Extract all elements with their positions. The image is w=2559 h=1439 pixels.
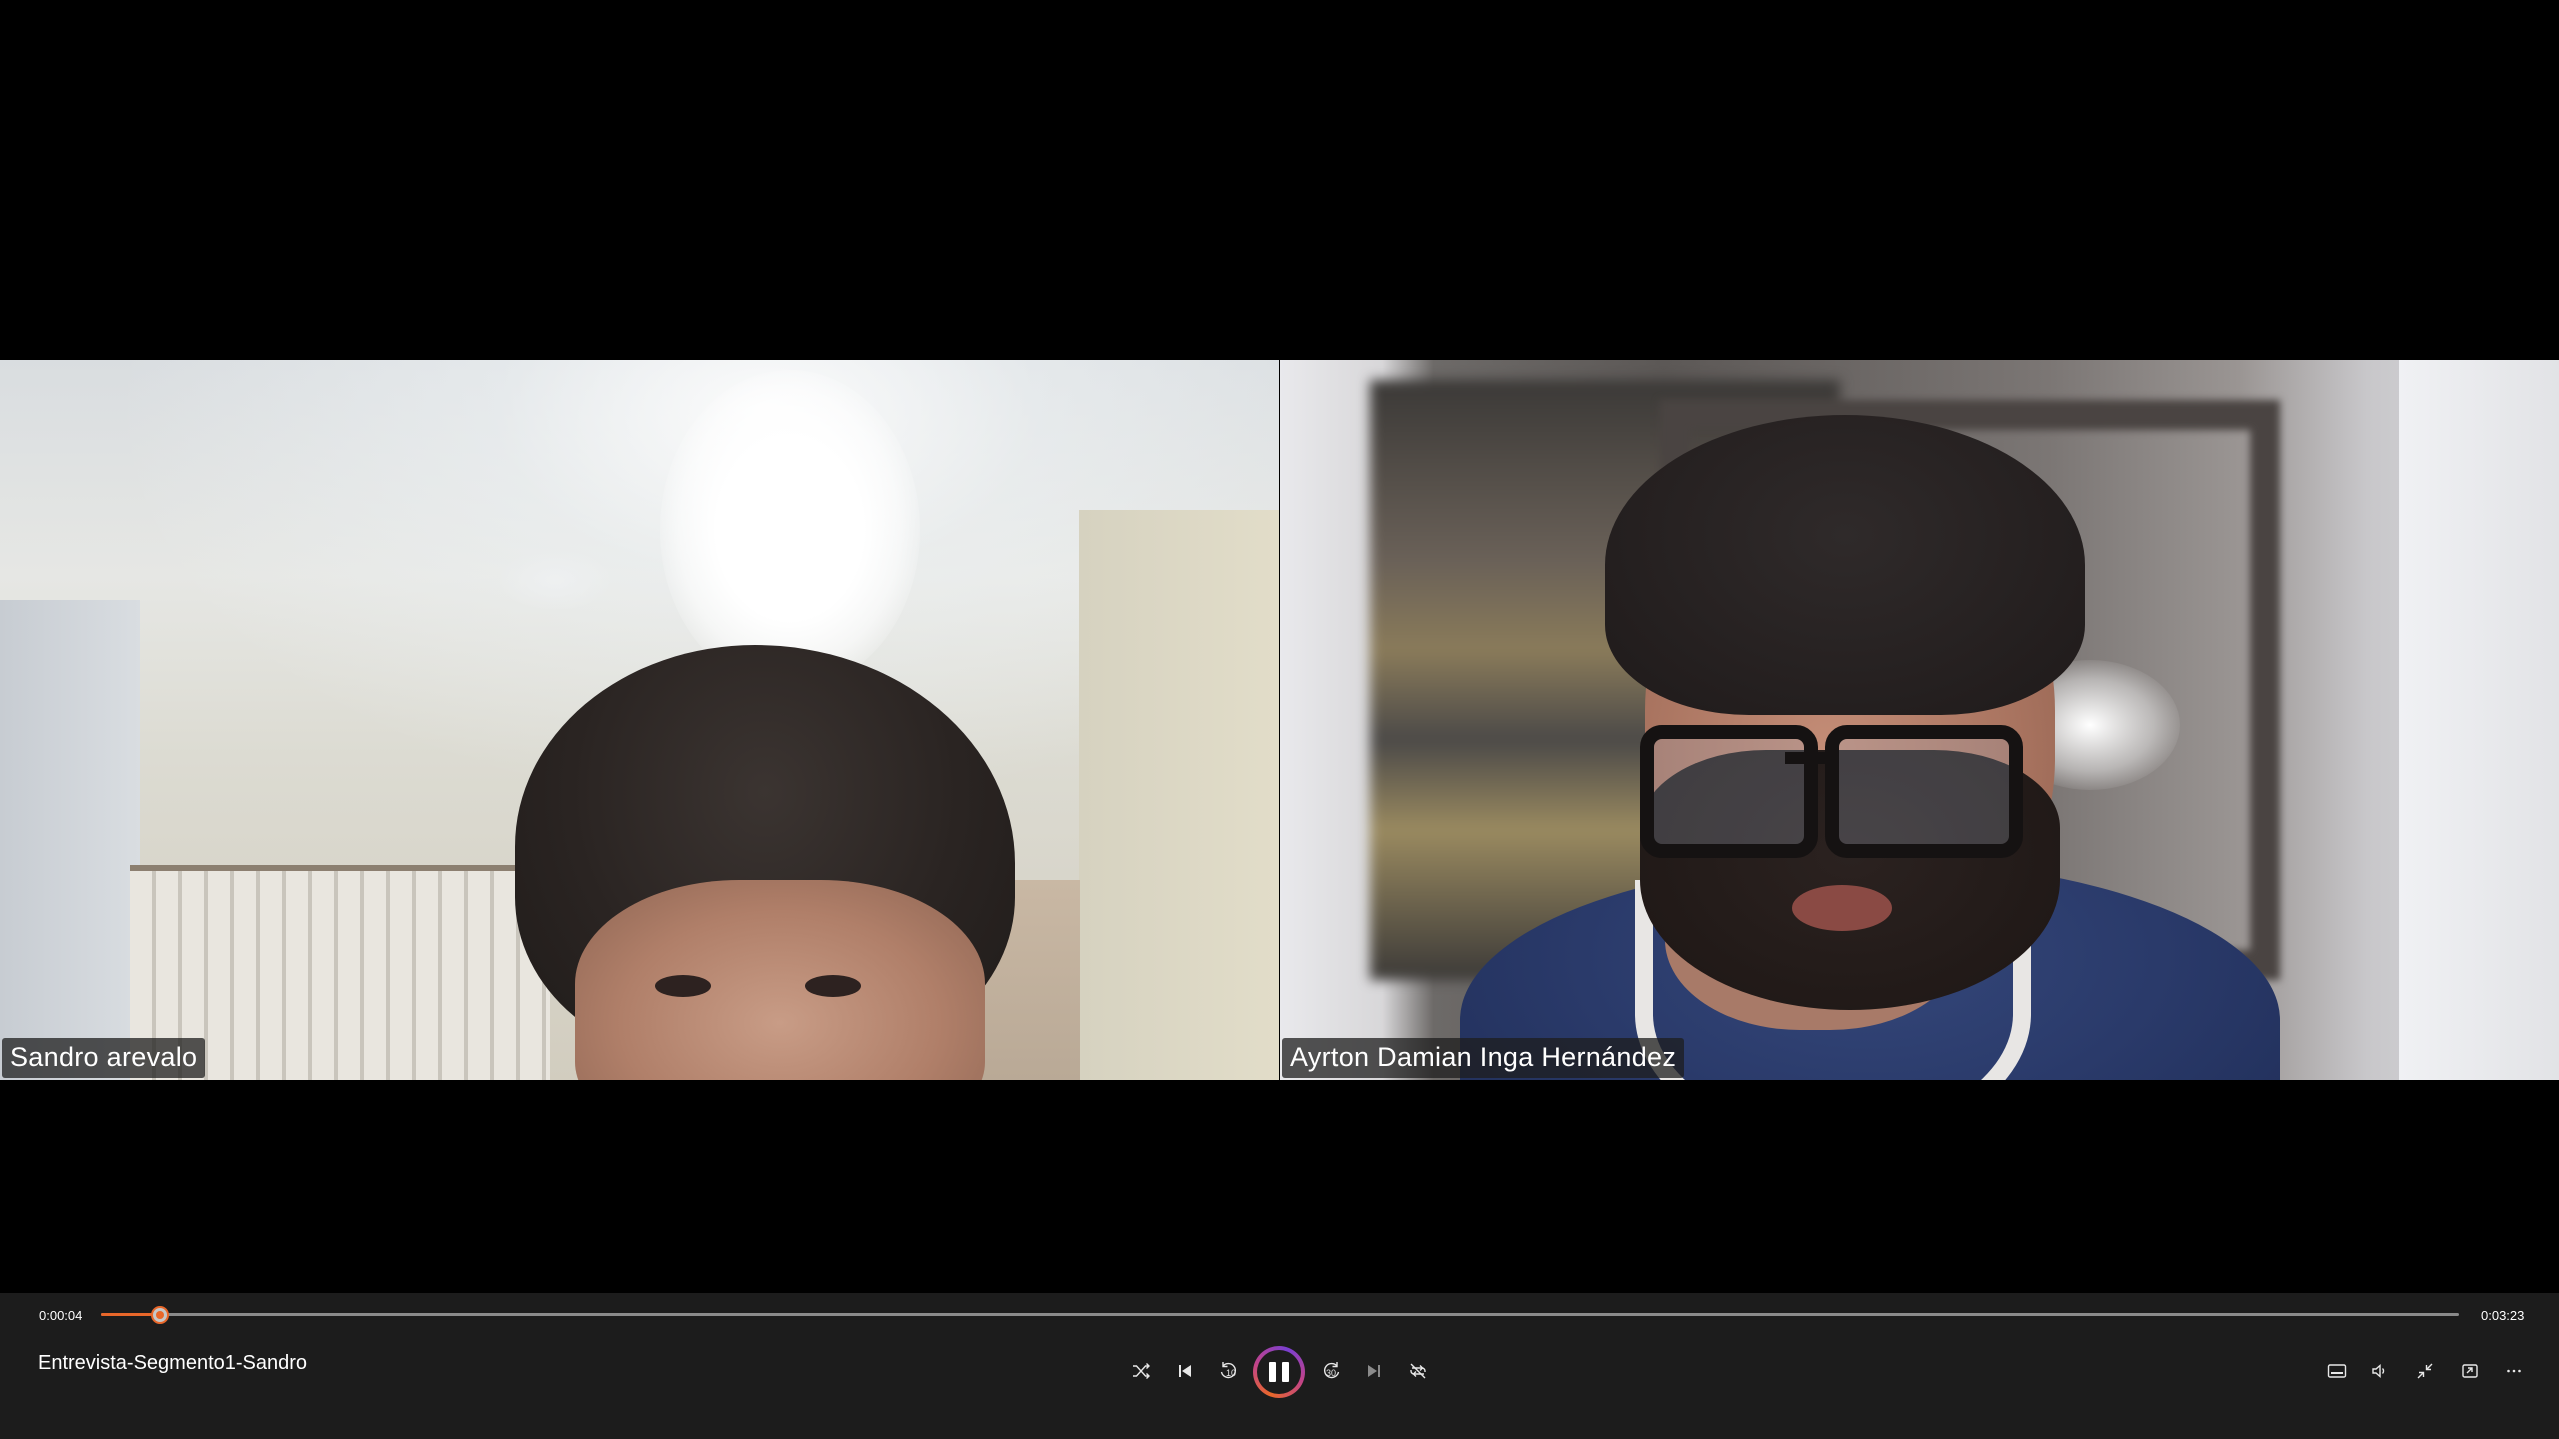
subtitles-button[interactable] <box>2317 1351 2357 1391</box>
next-button[interactable] <box>1354 1351 1394 1391</box>
participant-name-left: Sandro arevalo <box>2 1038 206 1078</box>
seek-bar[interactable] <box>101 1306 2459 1324</box>
subtitles-icon <box>2327 1364 2347 1378</box>
participant-name-right: Ayrton Damian Inga Hernández <box>1282 1038 1685 1078</box>
glasses <box>1640 725 1818 858</box>
seek-thumb[interactable] <box>150 1306 169 1324</box>
exit-fullscreen-icon <box>2417 1363 2433 1379</box>
svg-text:30: 30 <box>1326 1368 1336 1378</box>
media-title: Entrevista-Segmento1-Sandro <box>38 1352 308 1374</box>
next-icon <box>1368 1365 1380 1377</box>
rewind-10-button[interactable]: 10 <box>1209 1351 1249 1391</box>
forward-30-button[interactable]: 30 <box>1311 1351 1351 1391</box>
svg-text:10: 10 <box>1226 1368 1236 1378</box>
seek-rail <box>101 1313 2459 1316</box>
video-tile-left: Sandro arevalo <box>0 360 1279 1080</box>
forward-icon: 30 <box>1323 1362 1340 1379</box>
current-time: 0:00:04 <box>39 1308 83 1323</box>
more-icon <box>2507 1369 2521 1373</box>
repeat-button[interactable] <box>1398 1351 1438 1391</box>
volume-icon <box>2372 1363 2385 1379</box>
mini-player-icon <box>2462 1364 2478 1378</box>
ceiling-lamp <box>660 370 920 690</box>
repeat-off-icon <box>1410 1363 1426 1379</box>
rewind-icon: 10 <box>1220 1362 1237 1379</box>
previous-button[interactable] <box>1165 1351 1205 1391</box>
total-time: 0:03:23 <box>2481 1308 2525 1323</box>
player-controls: 0:00:04 0:03:23 Entrevista-Segmento1-San… <box>0 1293 2559 1439</box>
volume-button[interactable] <box>2359 1351 2399 1391</box>
video-tile-right: Ayrton Damian Inga Hernández <box>1280 360 2559 1080</box>
video-stage[interactable]: Sandro arevalo Ayrton Damian Inga Hernán… <box>0 0 2559 1293</box>
exit-fullscreen-button[interactable] <box>2405 1351 2445 1391</box>
pause-button[interactable] <box>1253 1346 1305 1398</box>
mini-player-button[interactable] <box>2450 1351 2490 1391</box>
previous-icon <box>1179 1365 1191 1377</box>
shuffle-button[interactable] <box>1121 1351 1161 1391</box>
more-options-button[interactable] <box>2494 1351 2534 1391</box>
pause-icon <box>1257 1350 1301 1394</box>
shuffle-icon <box>1133 1363 1150 1379</box>
